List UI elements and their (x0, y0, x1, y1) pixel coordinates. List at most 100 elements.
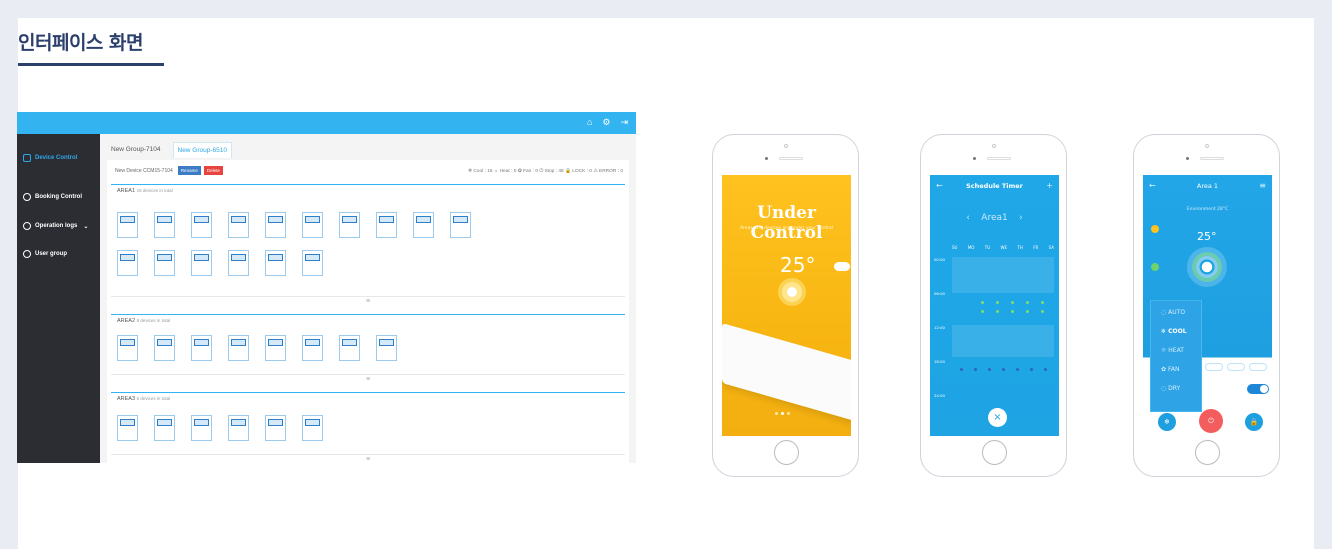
sidebar-item-operation-logs[interactable]: Operation logs ⌄ (17, 214, 100, 238)
phone-splash: Under Control Areas and devices are unde… (712, 134, 859, 477)
area-2-expand[interactable]: ≡ (111, 374, 625, 384)
back-icon[interactable]: ← (936, 175, 943, 197)
ac-device[interactable] (152, 250, 189, 288)
mode-dry[interactable]: ◌ DRY (1161, 385, 1180, 392)
ac-device[interactable] (115, 415, 152, 453)
time-label: 24:00 (934, 393, 945, 398)
rename-button[interactable]: Rename (177, 166, 201, 175)
logout-icon[interactable]: ⇥ (620, 117, 628, 128)
schedule-on-dot[interactable] (1026, 301, 1029, 304)
area-3-expand[interactable]: ≡ (111, 454, 625, 463)
weekday-label: SU (952, 245, 958, 250)
user-icon[interactable]: ⌂ (587, 117, 592, 128)
area-1-expand[interactable]: ≡ (111, 296, 625, 306)
schedule-off-dot[interactable] (988, 368, 991, 371)
tab-group-7104[interactable]: New Group-7104 (107, 142, 165, 158)
chevron-down-icon: ⌄ (83, 223, 89, 230)
back-icon[interactable]: ← (1149, 181, 1156, 190)
temperature-dial[interactable] (1187, 247, 1227, 287)
ac-device[interactable] (152, 335, 189, 373)
title-underline (18, 63, 164, 66)
schedule-on-dot[interactable] (996, 301, 999, 304)
home-button[interactable] (982, 440, 1007, 465)
ac-device[interactable] (263, 415, 300, 453)
ac-device[interactable] (374, 212, 411, 250)
ac-device[interactable] (152, 212, 189, 250)
ac-device[interactable] (115, 212, 152, 250)
home-button[interactable] (1195, 440, 1220, 465)
speed-indicator (1151, 263, 1159, 271)
phone-schedule: Schedule Timer ← + ‹ Area1 › SU MO TU WE TH F… (920, 134, 1067, 477)
ac-device[interactable] (300, 212, 337, 250)
delete-button[interactable]: Delete (203, 166, 223, 175)
schedule-on-dot[interactable] (1011, 301, 1014, 304)
schedule-on-dot[interactable] (981, 310, 984, 313)
ac-device[interactable] (300, 415, 337, 453)
ac-device[interactable] (189, 250, 226, 288)
splash-temperature: 25° (780, 253, 816, 277)
lock-button[interactable]: 🔒 (1245, 413, 1263, 431)
ac-device[interactable] (115, 335, 152, 373)
sidebar-item-device-control[interactable]: Device Control (17, 146, 100, 170)
ac-device[interactable] (226, 335, 263, 373)
area-selector[interactable]: ‹ Area1 › (930, 213, 1059, 223)
splash-subtitle: Areas and devices are under your control (739, 226, 834, 231)
ac-device[interactable] (263, 335, 300, 373)
ac-device[interactable] (263, 212, 300, 250)
ac-device[interactable] (300, 335, 337, 373)
schedule-off-dot[interactable] (960, 368, 963, 371)
schedule-off-dot[interactable] (1044, 368, 1047, 371)
logo-bar (17, 112, 100, 134)
gear-icon[interactable]: ⚙ (602, 117, 610, 128)
schedule-off-dot[interactable] (1030, 368, 1033, 371)
device-icon (23, 154, 31, 162)
cool-mode-button[interactable]: ❄ (1158, 413, 1176, 431)
menu-icon[interactable]: ≡ (1259, 181, 1266, 190)
sidebar-item-user-group[interactable]: User group (17, 242, 100, 266)
ac-device[interactable] (448, 212, 485, 250)
ac-device[interactable] (226, 212, 263, 250)
splash-title: Under Control (750, 203, 823, 243)
mode-auto[interactable]: ◌ AUTO (1161, 309, 1185, 316)
ac-device[interactable] (189, 415, 226, 453)
ac-device[interactable] (189, 335, 226, 373)
ac-device[interactable] (189, 212, 226, 250)
splash-screen: Under Control Areas and devices are unde… (722, 175, 851, 436)
schedule-on-dot[interactable] (981, 301, 984, 304)
schedule-on-dot[interactable] (1026, 310, 1029, 313)
add-icon[interactable]: + (1046, 175, 1053, 197)
mode-heat[interactable]: ☼ HEAT (1161, 347, 1184, 354)
sidebar-item-booking-control[interactable]: Booking Control (17, 185, 100, 209)
mode-cool[interactable]: ❄ COOL (1161, 328, 1187, 335)
schedule-off-dot[interactable] (974, 368, 977, 371)
weekday-label: SA (1048, 245, 1054, 250)
ac-device[interactable] (226, 415, 263, 453)
schedule-on-dot[interactable] (1011, 310, 1014, 313)
schedule-on-dot[interactable] (1041, 310, 1044, 313)
home-button[interactable] (774, 440, 799, 465)
fan-auto-button[interactable]: AUTO (1249, 363, 1267, 371)
schedule-title: Schedule Timer (966, 182, 1023, 190)
schedule-off-dot[interactable] (1016, 368, 1019, 371)
ac-device[interactable] (263, 250, 300, 288)
ac-device[interactable] (337, 335, 374, 373)
tab-group-6510[interactable]: New Group-6510 (172, 142, 232, 158)
fan-high-button[interactable]: HIGH (1227, 363, 1245, 371)
ac-device[interactable] (374, 335, 411, 373)
document-icon (23, 222, 31, 230)
schedule-on-dot[interactable] (1041, 301, 1044, 304)
ac-device[interactable] (115, 250, 152, 288)
ac-device[interactable] (411, 212, 448, 250)
ac-device[interactable] (152, 415, 189, 453)
status-summary: ❄ Cool : 16 ☼ Heat : 0 ✿ Fan : 0 ⏻ Stop … (467, 168, 623, 174)
power-button[interactable]: ⏻ (1199, 409, 1223, 433)
mode-fan[interactable]: ✿ FAN (1161, 366, 1179, 373)
fan-mid-button[interactable]: MID (1205, 363, 1223, 371)
schedule-on-dot[interactable] (996, 310, 999, 313)
ac-device[interactable] (300, 250, 337, 288)
power-toggle[interactable] (1247, 384, 1269, 394)
schedule-off-dot[interactable] (1002, 368, 1005, 371)
ac-device[interactable] (337, 212, 374, 250)
ac-device[interactable] (226, 250, 263, 288)
close-button[interactable]: × (988, 408, 1007, 427)
